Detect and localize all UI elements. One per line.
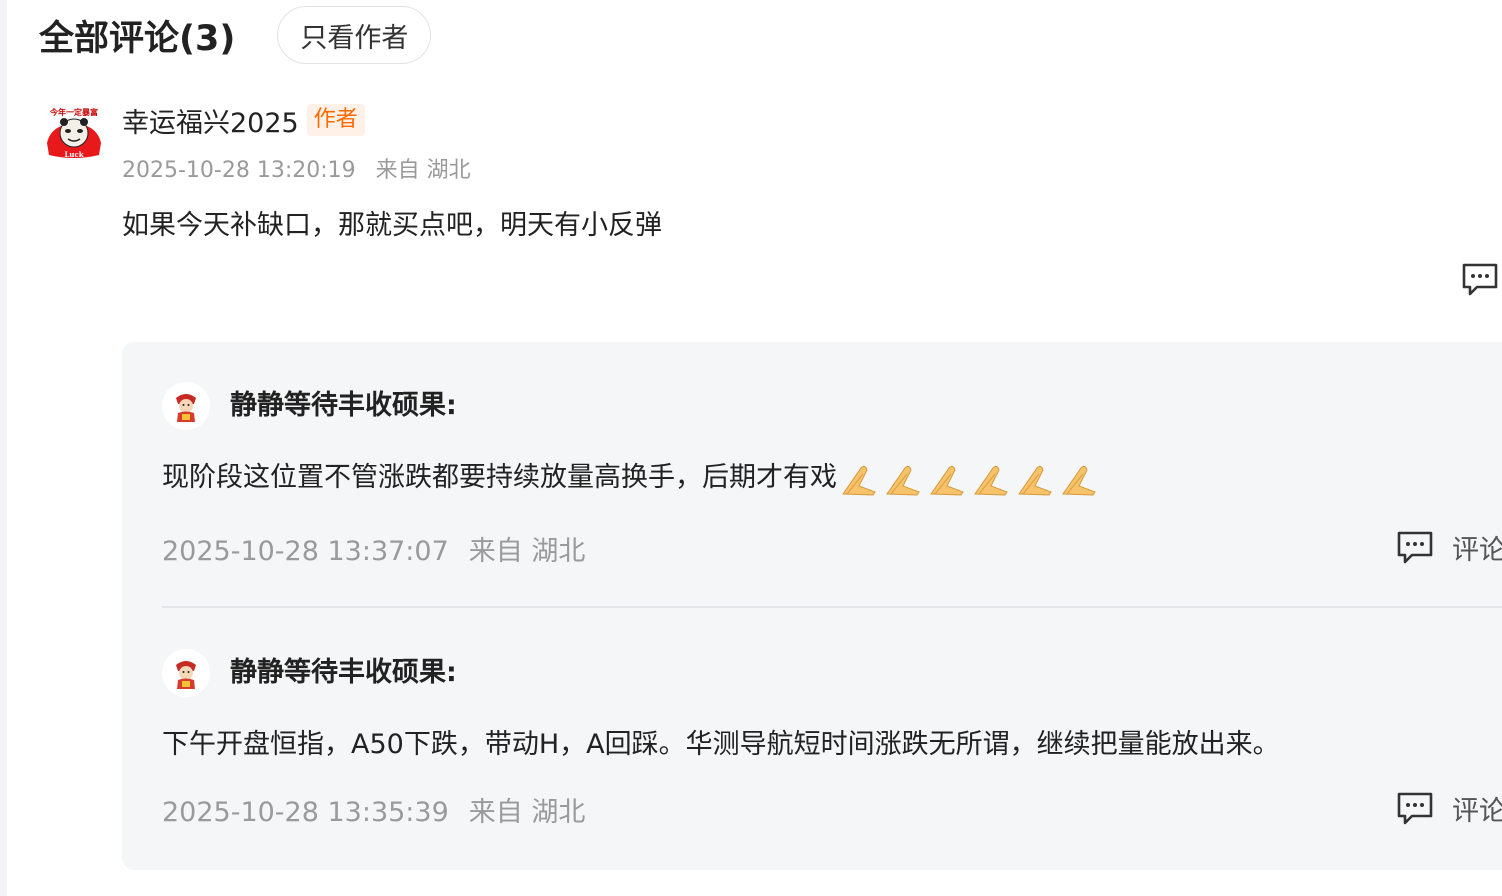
comment-label: 评论 <box>1452 796 1502 827</box>
avatar[interactable] <box>162 649 210 697</box>
pray-hands-icon <box>886 465 920 496</box>
reply-item: 静静等待丰收硕果: 下午开盘恒指，A50下跌，带动H，A回踩。华测导航短时间涨跌… <box>162 608 1502 870</box>
pray-hands-icon <box>1018 465 1052 496</box>
avatar-image <box>162 649 210 697</box>
reply-text-row: 现阶段这位置不管涨跌都要持续放量高换手，后期才有戏 <box>162 455 1103 496</box>
comment-icon <box>1397 792 1433 824</box>
main-comment-header: 幸运福兴2025 作者 <box>122 100 365 140</box>
avatar[interactable] <box>162 382 210 430</box>
reply-comment-button[interactable]: 评论 <box>1396 528 1502 567</box>
reply-username[interactable]: 静静等待丰收硕果: <box>230 650 457 689</box>
pray-hands-icon <box>930 465 964 496</box>
reply-item: 静静等待丰收硕果: 现阶段这位置不管涨跌都要持续放量高换手，后期才有戏 2025… <box>162 342 1502 606</box>
avatar-luck-text: Luck <box>64 150 83 159</box>
reply-meta: 2025-10-28 13:37:07 来自 湖北 <box>162 529 585 568</box>
reply-text: 现阶段这位置不管涨跌都要持续放量高换手，后期才有戏 <box>162 462 837 493</box>
comment-label: 评论 <box>1452 535 1502 566</box>
replies-container: 静静等待丰收硕果: 现阶段这位置不管涨跌都要持续放量高换手，后期才有戏 2025… <box>122 342 1502 870</box>
avatar[interactable]: 今年一定暴富 Luck <box>43 103 105 161</box>
reply-username[interactable]: 静静等待丰收硕果: <box>230 383 457 422</box>
timestamp: 2025-10-28 13:37:07 <box>162 536 449 567</box>
comment-icon <box>1397 531 1433 563</box>
reply-comment-button[interactable]: 评论 <box>1396 789 1502 828</box>
reply-comment-icon[interactable] <box>1461 262 1499 298</box>
pray-hands-icon <box>842 465 876 496</box>
reply-text: 下午开盘恒指，A50下跌，带动H，A回踩。华测导航短时间涨跌无所谓，继续把量能放… <box>162 729 1280 760</box>
comments-page: 全部评论(3) 只看作者 今年一定暴富 Luck 幸运福兴2025 作者 202… <box>0 0 1502 896</box>
location: 来自 湖北 <box>375 158 471 183</box>
pray-hands-icon <box>974 465 1008 496</box>
avatar-caption: 今年一定暴富 <box>49 107 98 117</box>
main-comment-meta: 2025-10-28 13:20:19 来自 湖北 <box>122 152 471 184</box>
pray-hands-icon <box>1062 465 1096 496</box>
author-badge: 作者 <box>306 104 365 136</box>
pray-hands-emoji-row <box>839 462 1103 496</box>
comments-header: 全部评论(3) 只看作者 <box>39 6 432 64</box>
avatar-image <box>162 382 210 430</box>
main-comment-text: 如果今天补缺口，那就买点吧，明天有小反弹 <box>122 210 662 241</box>
username[interactable]: 幸运福兴2025 <box>122 101 299 140</box>
reply-meta: 2025-10-28 13:35:39 来自 湖北 <box>162 790 585 829</box>
timestamp: 2025-10-28 13:20:19 <box>122 158 356 183</box>
timestamp: 2025-10-28 13:35:39 <box>162 797 449 828</box>
comments-title: 全部评论(3) <box>39 18 236 59</box>
avatar-image: 今年一定暴富 Luck <box>47 107 101 159</box>
author-only-button[interactable]: 只看作者 <box>277 6 432 64</box>
location: 来自 湖北 <box>468 797 586 828</box>
location: 来自 湖北 <box>468 536 586 567</box>
